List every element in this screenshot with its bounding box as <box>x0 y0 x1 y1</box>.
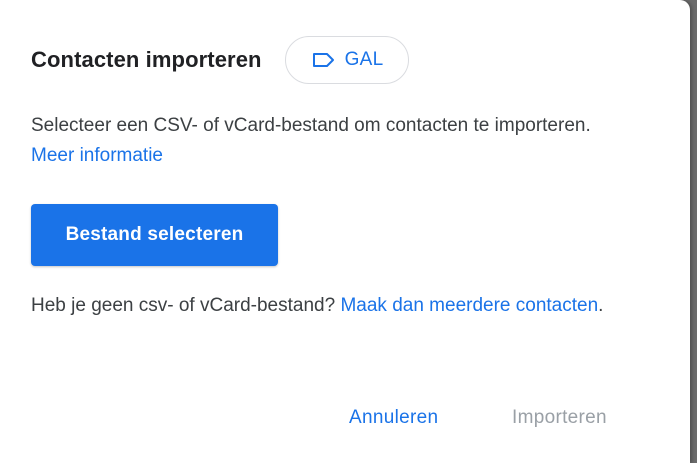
label-icon <box>312 52 336 68</box>
import-button[interactable]: Importeren <box>512 396 607 440</box>
cancel-button[interactable]: Annuleren <box>349 396 438 440</box>
no-file-note-suffix: . <box>598 295 604 316</box>
label-chip-text: GAL <box>344 49 384 70</box>
no-file-note: Heb je geen csv- of vCard-bestand? Maak … <box>31 290 631 321</box>
dialog-actions: Annuleren Importeren <box>0 396 690 440</box>
dialog-header: Contacten importeren GAL <box>31 36 409 84</box>
description-text: Selecteer een CSV- of vCard-bestand om c… <box>31 115 591 136</box>
dialog-title: Contacten importeren <box>31 47 262 72</box>
dialog-description: Selecteer een CSV- of vCard-bestand om c… <box>31 111 591 171</box>
learn-more-link[interactable]: Meer informatie <box>31 145 163 166</box>
no-file-note-text: Heb je geen csv- of vCard-bestand? <box>31 295 341 316</box>
label-chip-gal[interactable]: GAL <box>284 36 409 84</box>
import-contacts-dialog: Contacten importeren GAL Selecteer een C… <box>0 0 690 463</box>
create-multiple-contacts-link[interactable]: Maak dan meerdere contacten <box>340 295 598 316</box>
select-file-button[interactable]: Bestand selecteren <box>31 204 278 266</box>
